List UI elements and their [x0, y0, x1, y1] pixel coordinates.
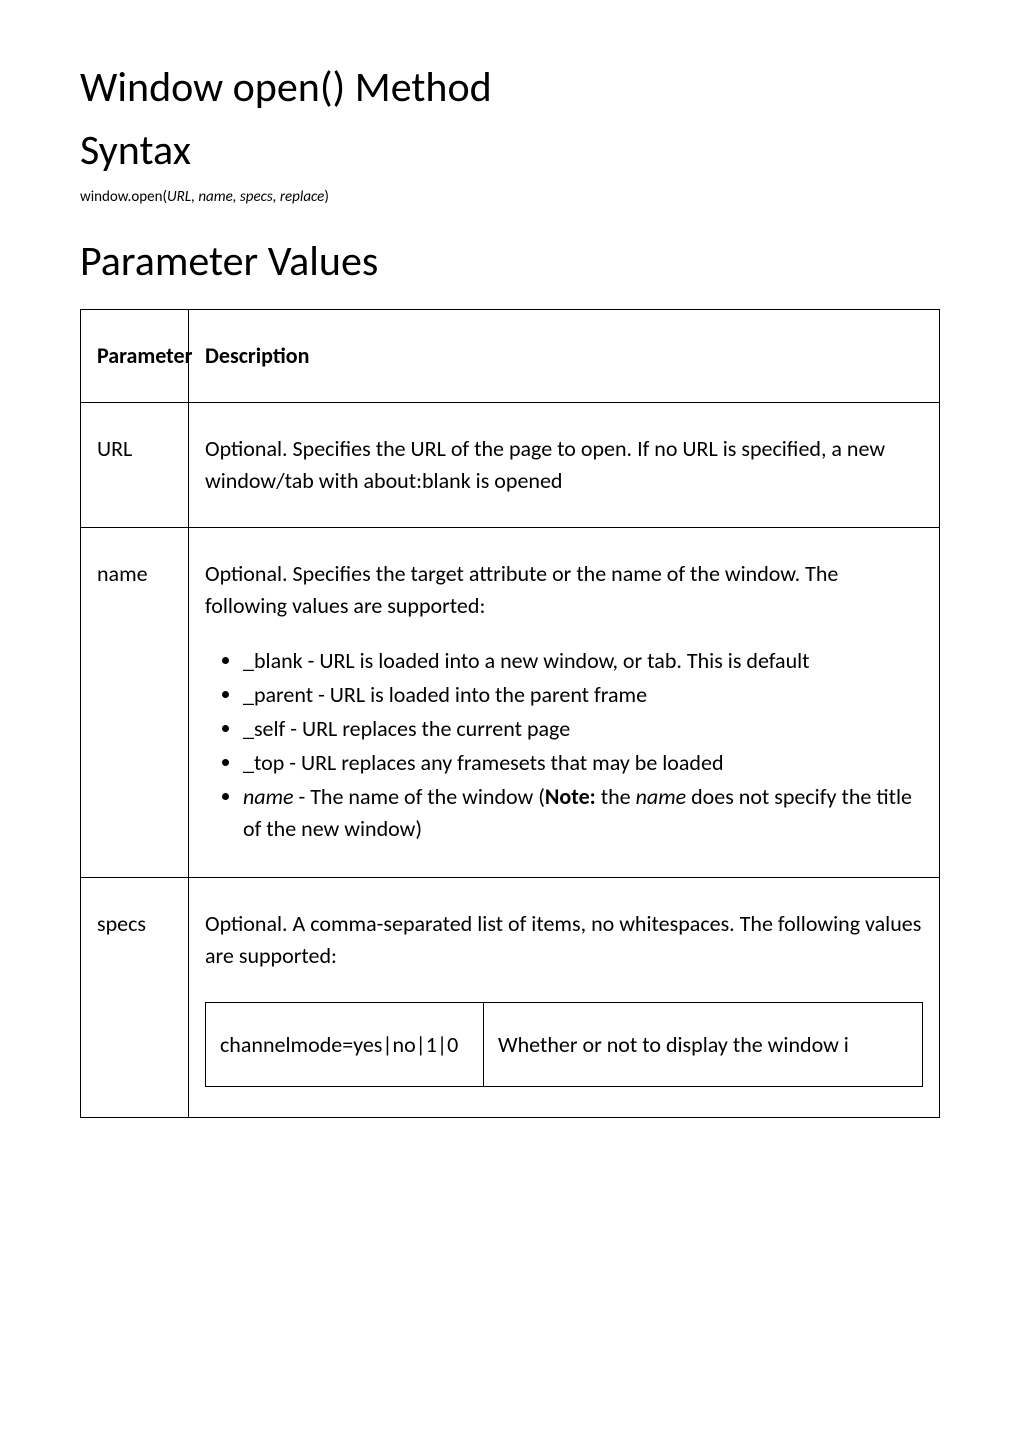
- col-header-parameter: Parameter: [81, 310, 189, 403]
- specs-key-channelmode: channelmode=yes|no|1|0: [206, 1002, 484, 1087]
- table-row: channelmode=yes|no|1|0 Whether or not to…: [206, 1002, 923, 1087]
- param-desc-specs: Optional. A comma-separated list of item…: [189, 877, 940, 1118]
- syntax-prefix: window.open(: [80, 188, 167, 206]
- param-name-url: URL: [81, 402, 189, 527]
- page-title: Window open() Method: [80, 62, 940, 113]
- list-item: _blank - URL is loaded into a new window…: [243, 645, 923, 677]
- syntax-suffix: ): [324, 188, 329, 206]
- specs-values-table: channelmode=yes|no|1|0 Whether or not to…: [205, 1002, 923, 1088]
- table-row: name Optional. Specifies the target attr…: [81, 527, 940, 877]
- param-desc-url: Optional. Specifies the URL of the page …: [189, 402, 940, 527]
- list-item: name - The name of the window (Note: the…: [243, 781, 923, 845]
- name-desc-text: Optional. Specifies the target attribute…: [205, 558, 923, 622]
- syntax-code: window.open(URL, name, specs, replace): [80, 188, 940, 206]
- parameter-table: Parameter Description URL Optional. Spec…: [80, 309, 940, 1118]
- table-row: URL Optional. Specifies the URL of the p…: [81, 402, 940, 527]
- list-item: _top - URL replaces any framesets that m…: [243, 747, 923, 779]
- param-name-specs: specs: [81, 877, 189, 1118]
- specs-desc-text: Optional. A comma-separated list of item…: [205, 908, 923, 972]
- syntax-args: URL, name, specs, replace: [167, 188, 324, 206]
- syntax-heading: Syntax: [80, 125, 940, 176]
- list-item: _self - URL replaces the current page: [243, 713, 923, 745]
- table-row: specs Optional. A comma-separated list o…: [81, 877, 940, 1118]
- name-mid: - The name of the window (: [294, 783, 545, 810]
- note-bold: Note:: [545, 783, 596, 810]
- specs-val-channelmode: Whether or not to display the window i: [484, 1002, 923, 1087]
- param-name-name: name: [81, 527, 189, 877]
- param-desc-name: Optional. Specifies the target attribute…: [189, 527, 940, 877]
- name-italic: name: [243, 783, 294, 810]
- col-header-description: Description: [189, 310, 940, 403]
- parameter-values-heading: Parameter Values: [80, 236, 940, 287]
- name-post1: the: [596, 783, 636, 810]
- name-italic2: name: [636, 783, 687, 810]
- name-values-list: _blank - URL is loaded into a new window…: [205, 645, 923, 844]
- list-item: _parent - URL is loaded into the parent …: [243, 679, 923, 711]
